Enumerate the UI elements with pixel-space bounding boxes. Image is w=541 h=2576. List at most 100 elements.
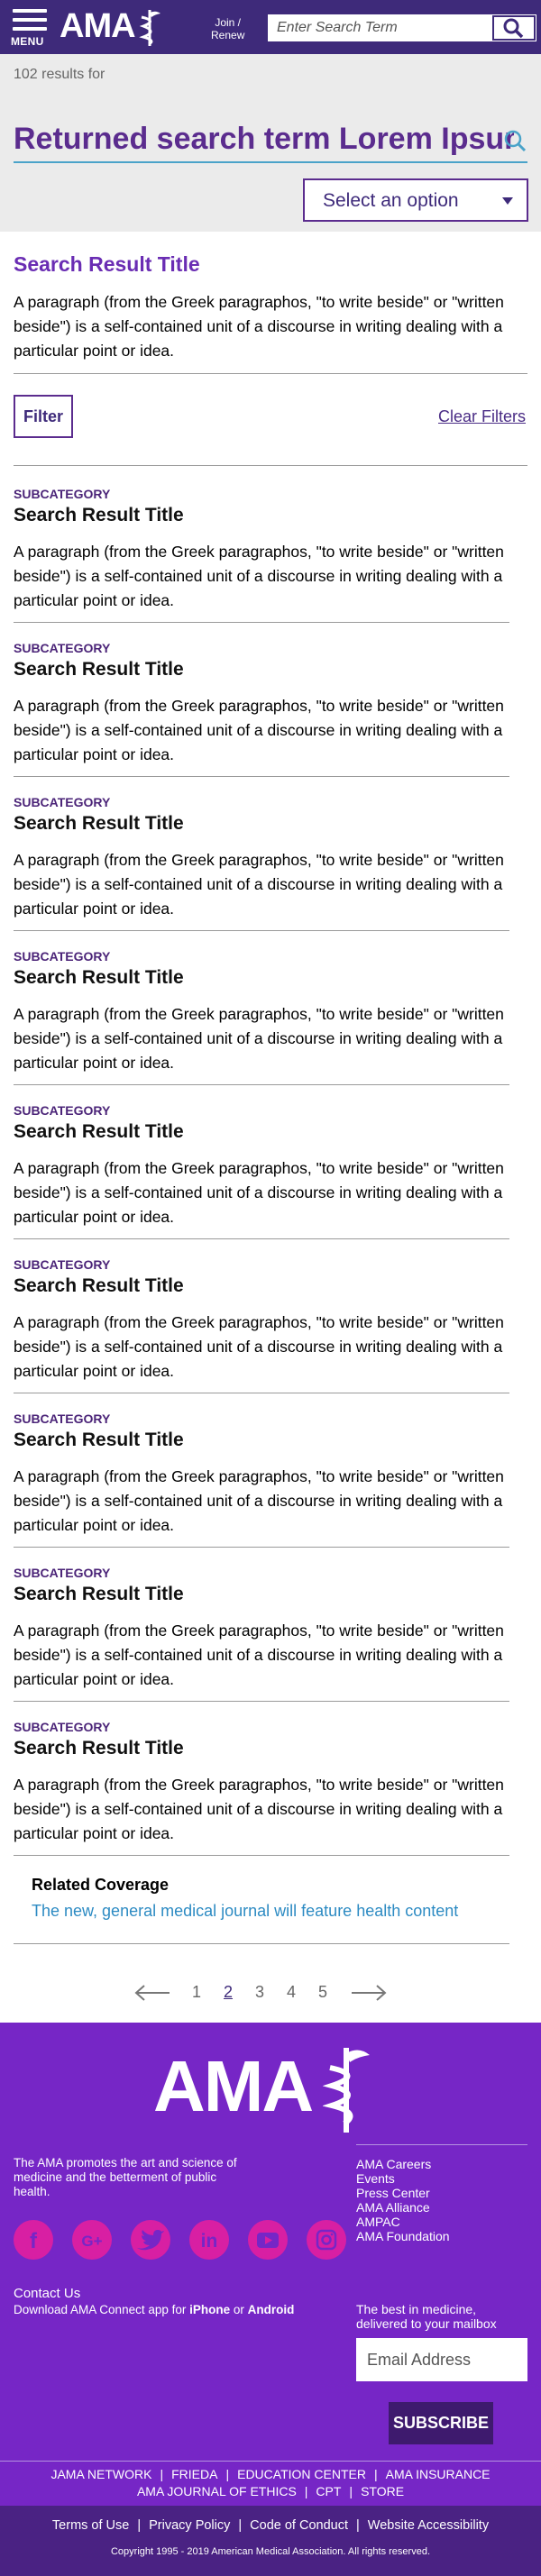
ama-logo[interactable]: AMA: [60, 5, 160, 47]
next-page-arrow-icon[interactable]: [350, 1979, 388, 2006]
result-title[interactable]: Search Result Title: [14, 967, 184, 989]
separator: |: [304, 2484, 308, 2498]
featured-result-body: A paragraph (from the Greek paragraphos,…: [14, 293, 504, 360]
newsletter-text: The best in medicine, delivered to your …: [356, 2302, 497, 2331]
separator: |: [349, 2484, 353, 2498]
result-title[interactable]: Search Result Title: [14, 1738, 184, 1759]
result-subcategory[interactable]: SUBCATEGORY: [14, 1720, 110, 1734]
svg-text:G+: G+: [81, 2233, 102, 2250]
subscribe-button[interactable]: SUBSCRIBE: [389, 2402, 493, 2444]
hamburger-icon: [13, 9, 47, 36]
result-title[interactable]: Search Result Title: [14, 1584, 184, 1605]
join-line2: Renew: [211, 29, 245, 41]
copyright: Copyright 1995 - 2019 American Medical A…: [110, 2546, 430, 2557]
footer-ama-logo[interactable]: AMA: [153, 2046, 370, 2133]
result-title[interactable]: Search Result Title: [14, 1275, 184, 1297]
result-subcategory[interactable]: SUBCATEGORY: [14, 1103, 110, 1118]
result-subcategory[interactable]: SUBCATEGORY: [14, 1566, 110, 1580]
divider: [14, 373, 527, 374]
result-title[interactable]: Search Result Title: [14, 659, 184, 681]
result-body: A paragraph (from the Greek paragraphos,…: [14, 1776, 504, 1842]
footer-link[interactable]: AMA Foundation: [356, 2229, 527, 2243]
result-subcategory[interactable]: SUBCATEGORY: [14, 641, 110, 655]
result-subcategory[interactable]: SUBCATEGORY: [14, 1411, 110, 1426]
partner-link[interactable]: AMA JOURNAL OF ETHICS: [137, 2484, 297, 2498]
search-icon: [492, 15, 536, 41]
result-body: A paragraph (from the Greek paragraphos,…: [14, 1621, 504, 1688]
divider: [14, 1547, 509, 1548]
header-search: [268, 14, 536, 41]
result-title[interactable]: Search Result Title: [14, 1430, 184, 1451]
search-button[interactable]: [491, 14, 536, 41]
instagram-icon[interactable]: [307, 2220, 346, 2260]
twitter-icon[interactable]: [131, 2220, 170, 2260]
divider: [14, 1701, 509, 1702]
legal-link[interactable]: Terms of Use: [52, 2518, 129, 2533]
menu-button[interactable]: MENU: [11, 7, 54, 49]
result-body: A paragraph (from the Greek paragraphos,…: [14, 543, 504, 609]
svg-text:in: in: [201, 2231, 218, 2252]
facebook-icon[interactable]: f: [14, 2220, 53, 2260]
footer-link[interactable]: AMA Careers: [356, 2157, 527, 2171]
result-subcategory[interactable]: SUBCATEGORY: [14, 1257, 110, 1272]
footer-logo-text: AMA: [153, 2046, 314, 2126]
footer-mission: The AMA promotes the art and science of …: [14, 2156, 237, 2198]
legal-link[interactable]: Privacy Policy: [149, 2518, 230, 2533]
featured-result-title[interactable]: Search Result Title: [14, 252, 200, 277]
clear-filters-link[interactable]: Clear Filters: [438, 407, 526, 426]
page-link[interactable]: 5: [318, 1983, 327, 2002]
divider: [14, 776, 509, 777]
result-subcategory[interactable]: SUBCATEGORY: [14, 795, 110, 809]
result-subcategory[interactable]: SUBCATEGORY: [14, 487, 110, 501]
partner-links-row2: AMA JOURNAL OF ETHICS | CPT | STORE: [0, 2479, 541, 2498]
result-title[interactable]: Search Result Title: [14, 505, 184, 526]
join-line1: Join /: [215, 16, 242, 29]
caduceus-icon: [139, 10, 160, 46]
result-title[interactable]: Search Result Title: [14, 1121, 184, 1143]
result-body: A paragraph (from the Greek paragraphos,…: [14, 851, 504, 918]
iphone-link[interactable]: iPhone: [189, 2303, 230, 2316]
linkedin-icon[interactable]: in: [189, 2220, 229, 2260]
prev-page-arrow-icon[interactable]: [133, 1979, 171, 2006]
footer-link[interactable]: Events: [356, 2171, 527, 2186]
legal-link[interactable]: Website Accessibility: [368, 2518, 489, 2533]
legal-link[interactable]: Code of Conduct: [250, 2518, 348, 2533]
results-count: 102 results for: [14, 67, 105, 82]
query-underline: [14, 161, 527, 163]
footer-link[interactable]: AMPAC: [356, 2215, 527, 2229]
page-link[interactable]: 4: [287, 1983, 296, 2002]
email-field[interactable]: [356, 2338, 527, 2381]
join-renew-link[interactable]: Join / Renew: [211, 16, 244, 41]
partner-link[interactable]: STORE: [361, 2484, 404, 2498]
result-title[interactable]: Search Result Title: [14, 813, 184, 835]
divider: [14, 930, 509, 931]
separator: |: [238, 2518, 243, 2533]
legal-links: Terms of Use | Privacy Policy | Code of Cond…: [0, 2518, 541, 2533]
result-body: A paragraph (from the Greek paragraphos,…: [14, 1159, 504, 1226]
android-link[interactable]: Android: [248, 2303, 295, 2316]
filter-button[interactable]: Filter: [14, 395, 73, 438]
youtube-icon[interactable]: [248, 2220, 288, 2260]
download-app-text: Download AMA Connect app for iPhone or A…: [14, 2303, 294, 2316]
footer-link[interactable]: Press Center: [356, 2186, 527, 2200]
caret-down-icon: [502, 197, 513, 205]
search-query-field[interactable]: Returned search term Lorem Ipsum: [14, 121, 514, 157]
related-coverage-link[interactable]: The new, general medical journal will fe…: [32, 1902, 458, 1921]
search-icon[interactable]: [503, 129, 527, 152]
result-subcategory[interactable]: SUBCATEGORY: [14, 949, 110, 964]
divider: [14, 1943, 509, 1944]
result-body: A paragraph (from the Greek paragraphos,…: [14, 1467, 504, 1534]
footer-link[interactable]: AMA Alliance: [356, 2200, 527, 2215]
search-input[interactable]: [268, 14, 490, 41]
page-link[interactable]: 1: [192, 1983, 201, 2002]
contact-us-link[interactable]: Contact Us: [14, 2286, 80, 2301]
result-body: A paragraph (from the Greek paragraphos,…: [14, 697, 504, 763]
page-link[interactable]: 3: [255, 1983, 264, 2002]
svg-text:f: f: [30, 2229, 38, 2253]
separator: |: [137, 2518, 142, 2533]
page-link-current[interactable]: 2: [224, 1983, 233, 2002]
partner-link[interactable]: CPT: [316, 2484, 341, 2498]
google-plus-icon[interactable]: G+: [72, 2220, 112, 2260]
divider: [14, 1084, 509, 1085]
sort-select[interactable]: Select an option: [303, 178, 528, 222]
